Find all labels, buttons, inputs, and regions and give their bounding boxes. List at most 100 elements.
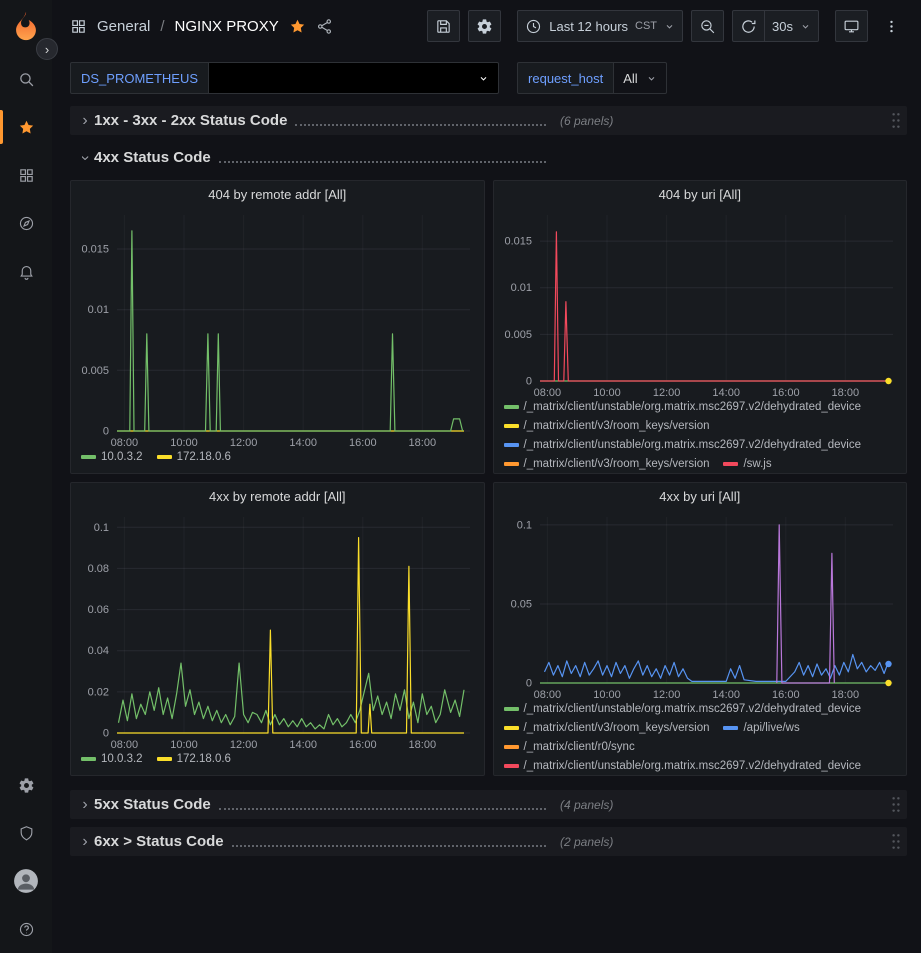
refresh-interval-picker[interactable]: 30s <box>765 10 819 42</box>
legend-item[interactable]: 172.18.0.6 <box>157 753 231 765</box>
timezone-label: CST <box>635 20 657 32</box>
panel-legend: 10.0.3.2 172.18.0.6 <box>71 451 484 473</box>
dashboard-row-1xx-3xx-2xx[interactable]: › 1xx - 3xx - 2xx Status Code (6 panels) <box>70 106 907 135</box>
sidebar-item-help[interactable] <box>0 905 52 953</box>
dashboard-settings-button[interactable] <box>468 10 501 42</box>
breadcrumb-dashboard-title[interactable]: NGINX PROXY <box>175 18 279 35</box>
variable-value-datasource[interactable] <box>209 62 499 94</box>
legend-item[interactable]: /_matrix/client/v3/room_keys/version <box>504 420 710 432</box>
panel-title[interactable]: 4xx by remote addr [All] <box>71 483 484 509</box>
panel-4xx-by-uri[interactable]: 4xx by uri [All] 00.050.108:0010:0012:00… <box>493 482 908 776</box>
bell-icon <box>18 263 35 280</box>
zoom-out-icon <box>699 18 716 35</box>
svg-text:18:00: 18:00 <box>831 689 859 701</box>
panel-404-by-remote-addr[interactable]: 404 by remote addr [All] 00.0050.010.015… <box>70 180 485 474</box>
legend-item[interactable]: 172.18.0.6 <box>157 451 231 463</box>
svg-text:12:00: 12:00 <box>230 739 258 751</box>
cycle-view-button[interactable] <box>835 10 868 42</box>
dashboard-row-4xx[interactable]: › 4xx Status Code <box>70 143 907 172</box>
series-color-swatch <box>504 707 519 711</box>
legend-item[interactable]: /_matrix/client/r0/sync <box>504 741 635 753</box>
row-drag-handle[interactable] <box>890 111 902 130</box>
row-panel-count: (6 panels) <box>560 114 613 128</box>
row-drag-handle[interactable] <box>890 832 902 851</box>
more-options-button[interactable] <box>876 10 907 42</box>
refresh-button[interactable] <box>732 10 765 42</box>
dotted-leader <box>232 836 546 847</box>
legend-item[interactable]: /_matrix/client/v3/room_keys/version <box>504 722 710 734</box>
legend-item[interactable]: /api/live/ws <box>723 722 799 734</box>
row-title-wrap: 6xx > Status Code <box>94 833 546 850</box>
panel-4xx-by-remote-addr[interactable]: 4xx by remote addr [All] 00.020.040.060.… <box>70 482 485 776</box>
legend-item[interactable]: /_matrix/client/unstable/org.matrix.msc2… <box>504 760 862 772</box>
series-color-swatch <box>157 757 172 761</box>
time-series-chart[interactable]: 00.0050.010.01508:0010:0012:0014:0016:00… <box>71 207 484 451</box>
time-series-chart[interactable]: 00.0050.010.01508:0010:0012:0014:0016:00… <box>494 207 907 401</box>
time-series-chart[interactable]: 00.020.040.060.080.108:0010:0012:0014:00… <box>71 509 484 753</box>
sidebar-expand-button[interactable]: › <box>36 38 58 60</box>
legend-item[interactable]: /_matrix/client/unstable/org.matrix.msc2… <box>504 703 862 715</box>
legend-item[interactable]: /_matrix/client/unstable/org.matrix.msc2… <box>504 401 862 413</box>
dashboards-grid-icon <box>18 167 35 184</box>
series-color-swatch <box>504 764 519 768</box>
favorite-star-icon[interactable] <box>289 18 306 35</box>
breadcrumb-separator: / <box>160 18 164 35</box>
series-color-swatch <box>157 455 172 459</box>
row-drag-handle[interactable] <box>890 795 902 814</box>
sidebar-item-profile[interactable] <box>0 857 52 905</box>
avatar <box>13 868 39 894</box>
breadcrumb-folder[interactable]: General <box>97 18 150 35</box>
share-icon[interactable] <box>316 18 333 35</box>
refresh-group: 30s <box>732 10 819 42</box>
series-color-swatch <box>504 462 519 466</box>
grafana-logo[interactable] <box>9 9 43 43</box>
legend-item[interactable]: /_matrix/client/v3/room_keys/version <box>504 458 710 470</box>
series-label: /_matrix/client/v3/room_keys/version <box>524 722 710 734</box>
panel-title[interactable]: 404 by remote addr [All] <box>71 181 484 207</box>
question-circle-icon <box>18 921 35 938</box>
variable-value-request-host[interactable]: All <box>614 62 666 94</box>
sidebar-item-explore[interactable] <box>0 199 52 247</box>
chevron-down-icon <box>800 21 811 32</box>
sidebar-item-server-admin[interactable] <box>0 809 52 857</box>
sidebar-item-alerting[interactable] <box>0 247 52 295</box>
sidebar-item-search[interactable] <box>0 55 52 103</box>
svg-text:0.05: 0.05 <box>510 599 531 611</box>
apps-grid-icon <box>70 18 87 35</box>
svg-text:16:00: 16:00 <box>349 437 377 449</box>
variable-label-request-host[interactable]: request_host <box>517 62 614 94</box>
svg-text:0.01: 0.01 <box>510 282 531 294</box>
sidebar-item-starred[interactable] <box>0 103 52 151</box>
variable-label-ds-prometheus: DS_PROMETHEUS <box>70 62 209 94</box>
row-title: 1xx - 3xx - 2xx Status Code <box>94 112 287 129</box>
sidebar-item-configuration[interactable] <box>0 761 52 809</box>
svg-text:08:00: 08:00 <box>533 689 561 701</box>
series-color-swatch <box>504 726 519 730</box>
row-title: 4xx Status Code <box>94 149 211 166</box>
svg-text:14:00: 14:00 <box>289 437 317 449</box>
time-series-chart[interactable]: 00.050.108:0010:0012:0014:0016:0018:00 <box>494 509 907 703</box>
panel-legend: /_matrix/client/unstable/org.matrix.msc2… <box>494 401 907 473</box>
dashboard-row-5xx[interactable]: › 5xx Status Code (4 panels) <box>70 790 907 819</box>
series-label: /_matrix/client/v3/room_keys/version <box>524 420 710 432</box>
sidebar-item-dashboards[interactable] <box>0 151 52 199</box>
row-title-wrap: 4xx Status Code <box>94 149 546 166</box>
series-label: /_matrix/client/unstable/org.matrix.msc2… <box>524 760 862 772</box>
panel-title[interactable]: 4xx by uri [All] <box>494 483 907 509</box>
save-dashboard-button[interactable] <box>427 10 460 42</box>
time-range-picker[interactable]: Last 12 hours CST <box>517 10 683 42</box>
svg-text:12:00: 12:00 <box>652 387 680 399</box>
panel-title[interactable]: 404 by uri [All] <box>494 181 907 207</box>
chevron-down-icon <box>646 73 657 84</box>
legend-item[interactable]: 10.0.3.2 <box>81 451 143 463</box>
legend-item[interactable]: /_matrix/client/unstable/org.matrix.msc2… <box>504 439 862 451</box>
zoom-out-button[interactable] <box>691 10 724 42</box>
legend-item[interactable]: 10.0.3.2 <box>81 753 143 765</box>
svg-text:0.005: 0.005 <box>504 329 532 341</box>
svg-text:18:00: 18:00 <box>409 739 437 751</box>
legend-item[interactable]: /sw.js <box>723 458 771 470</box>
svg-text:0.1: 0.1 <box>516 519 531 531</box>
svg-text:0.015: 0.015 <box>504 236 532 248</box>
dashboard-row-6xx[interactable]: › 6xx > Status Code (2 panels) <box>70 827 907 856</box>
panel-404-by-uri[interactable]: 404 by uri [All] 00.0050.010.01508:0010:… <box>493 180 908 474</box>
